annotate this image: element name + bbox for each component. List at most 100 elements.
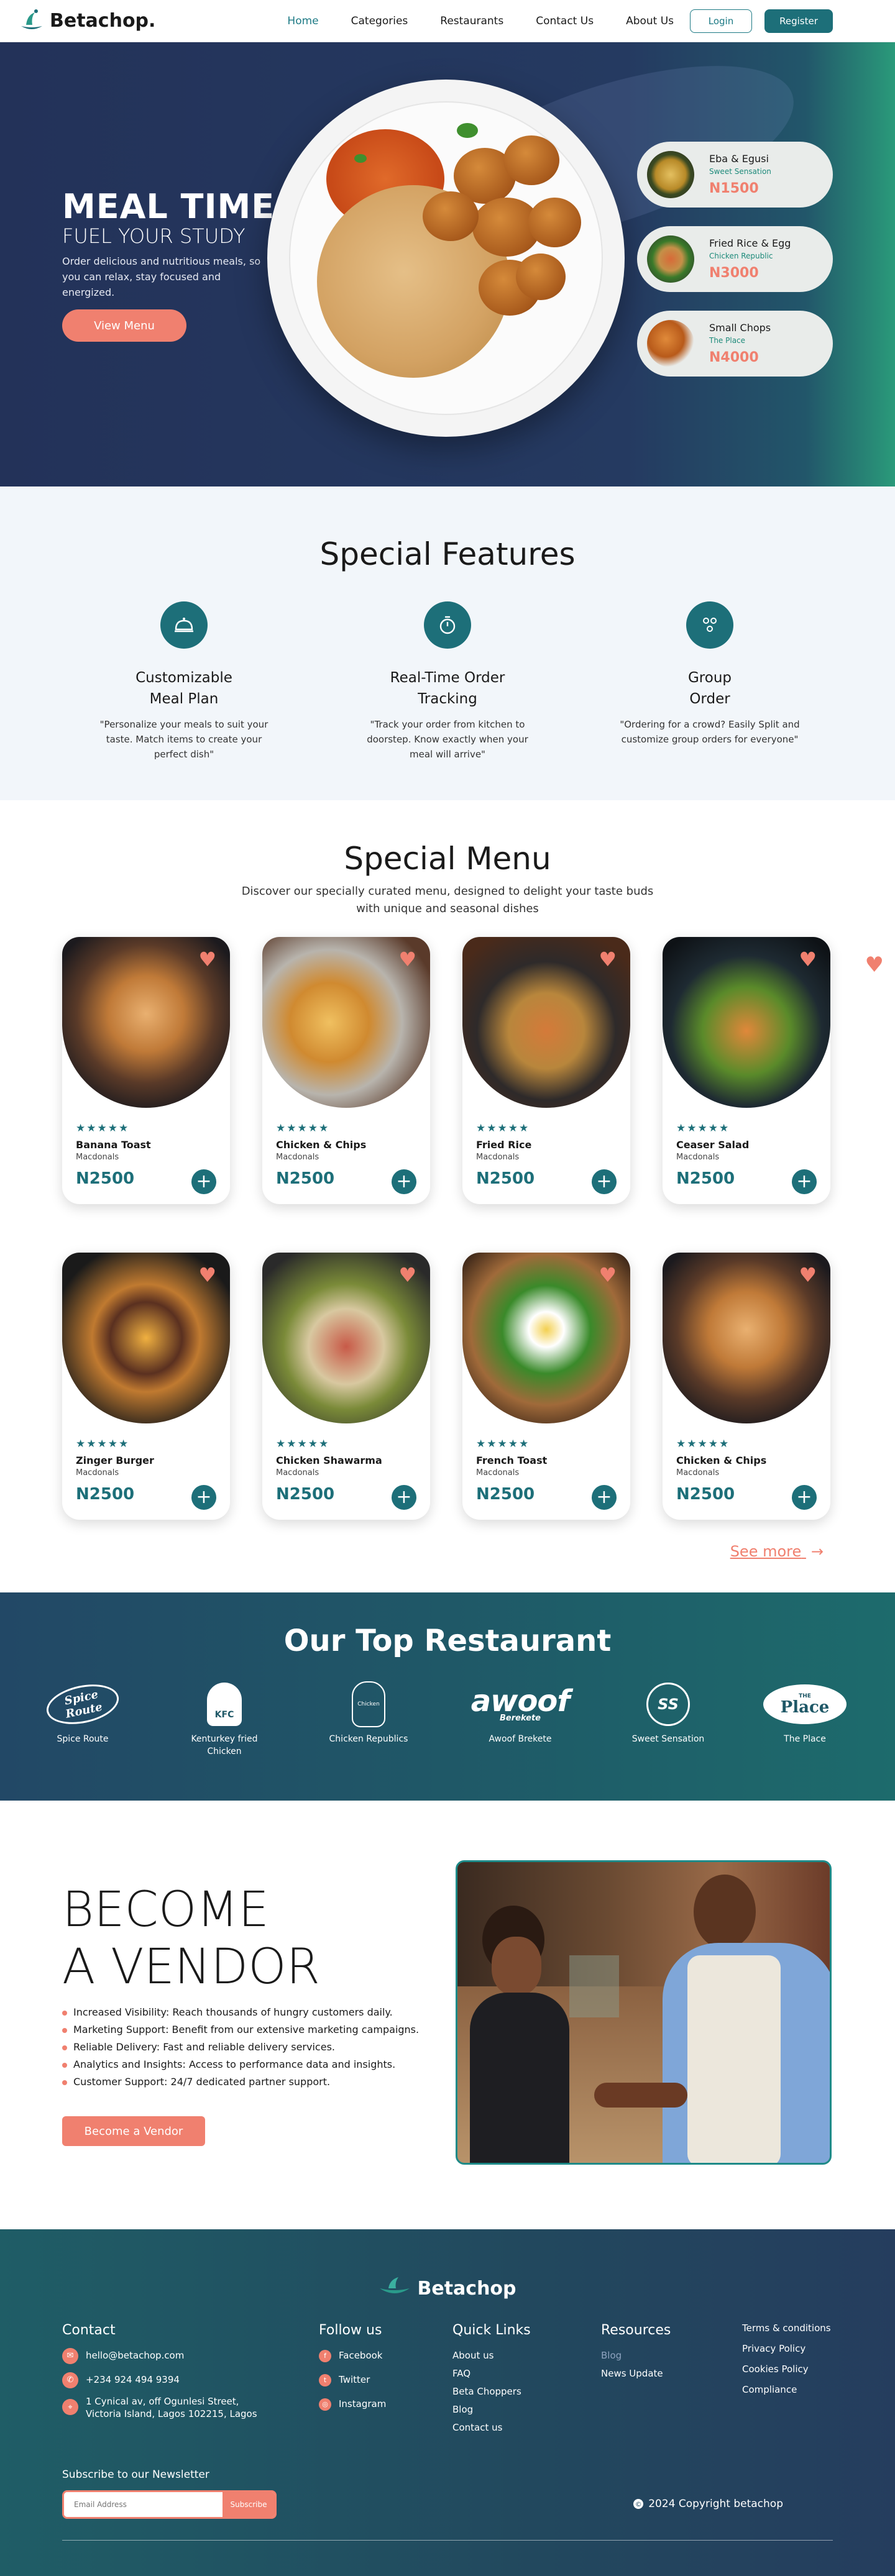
dish-price: N1500 xyxy=(709,181,759,196)
menu-item-card[interactable]: ♥ ★★★★★ Zinger Burger Macdonals N2500 + xyxy=(62,1253,230,1520)
hero-dish-card[interactable]: Small Chops The Place N4000 xyxy=(637,311,833,377)
heart-icon[interactable]: ♥ xyxy=(799,949,817,969)
email-text: hello@betachop.com xyxy=(86,2350,185,2361)
add-to-cart-button[interactable]: + xyxy=(191,1485,216,1510)
footer-resources: Resources Blog News Update xyxy=(601,2323,671,2383)
view-menu-button[interactable]: View Menu xyxy=(62,309,186,342)
features-title: Special Features xyxy=(319,536,576,572)
heart-icon[interactable]: ♥ xyxy=(599,949,617,969)
nav-home[interactable]: Home xyxy=(287,15,318,27)
restaurant-logo-the-place[interactable]: THE Place The Place xyxy=(758,1679,851,1745)
bullet-icon xyxy=(62,2027,67,2033)
heart-icon[interactable]: ♥ xyxy=(198,949,216,969)
restaurants-title: Our Top Restaurant xyxy=(283,1624,612,1658)
feature-title-line: Tracking xyxy=(418,691,477,707)
newsletter-email-input[interactable] xyxy=(64,2492,223,2517)
top-restaurants-section: Our Top Restaurant Spice Route Spice Rou… xyxy=(0,1592,895,1801)
dish-thumbnail xyxy=(647,235,694,283)
footer-link-about[interactable]: About us xyxy=(452,2347,531,2365)
login-button[interactable]: Login xyxy=(690,9,752,33)
chef-hat-icon xyxy=(379,2276,411,2301)
social-label: Instagram xyxy=(339,2398,387,2409)
footer-heading: Resources xyxy=(601,2323,671,2338)
mail-icon: ✉ xyxy=(62,2347,78,2364)
add-to-cart-button[interactable]: + xyxy=(191,1169,216,1194)
social-label: Twitter xyxy=(339,2374,370,2385)
footer-phone[interactable]: ✆ +234 924 494 9394 xyxy=(62,2371,257,2389)
footer-link-cookies[interactable]: Cookies Policy xyxy=(742,2359,831,2380)
footer-link-faq[interactable]: FAQ xyxy=(452,2365,531,2383)
menu-item-card[interactable]: ♥ ★★★★★ Ceaser Salad Macdonals N2500 + xyxy=(663,937,830,1204)
nav-categories[interactable]: Categories xyxy=(351,15,408,27)
heart-icon[interactable]: ♥ xyxy=(865,952,884,977)
restaurant-logo-sweet-sensation[interactable]: SS Sweet Sensation xyxy=(622,1679,715,1745)
restaurant-logo-spice-route[interactable]: Spice Route Spice Route xyxy=(36,1678,129,1745)
menu-item-card[interactable]: ♥ ★★★★★ Chicken Shawarma Macdonals N2500 + xyxy=(262,1253,430,1520)
instagram-link[interactable]: ◎ Instagram xyxy=(319,2395,386,2413)
restaurant-name: Awoof Brekete xyxy=(489,1734,552,1744)
rating-stars-icon: ★★★★★ xyxy=(476,1122,530,1135)
dish-shop: Macdonals xyxy=(676,1153,720,1162)
footer-link-compliance[interactable]: Compliance xyxy=(742,2380,831,2400)
footer-link-terms[interactable]: Terms & conditions xyxy=(742,2318,831,2339)
brand-logo[interactable]: Betachop. xyxy=(19,7,155,35)
footer-link-beta-choppers[interactable]: Beta Choppers xyxy=(452,2383,531,2401)
bullet-icon xyxy=(62,2080,67,2085)
feature-title-line: Meal Plan xyxy=(149,691,219,707)
footer-email[interactable]: ✉ hello@betachop.com xyxy=(62,2347,257,2365)
heart-icon[interactable]: ♥ xyxy=(398,1265,416,1285)
hero-dish-card[interactable]: Fried Rice & Egg Chicken Republic N3000 xyxy=(637,226,833,292)
footer-legal: Terms & conditions Privacy Policy Cookie… xyxy=(742,2318,831,2400)
bullet-icon xyxy=(62,2045,67,2050)
add-to-cart-button[interactable]: + xyxy=(392,1485,416,1510)
copyright-text: 2024 Copyright betachop xyxy=(648,2498,783,2510)
heart-icon[interactable]: ♥ xyxy=(398,949,416,969)
nav-about-us[interactable]: About Us xyxy=(626,15,674,27)
phone-text: +234 924 494 9394 xyxy=(86,2374,180,2385)
menu-item-card[interactable]: ♥ ★★★★★ Fried Rice Macdonals N2500 + xyxy=(462,937,630,1204)
rating-stars-icon: ★★★★★ xyxy=(676,1122,730,1135)
rating-stars-icon: ★★★★★ xyxy=(476,1438,530,1450)
vendor-title: BECOME A VENDOR xyxy=(62,1881,320,1996)
facebook-link[interactable]: f Facebook xyxy=(319,2347,386,2365)
footer-link-blog[interactable]: Blog xyxy=(452,2401,531,2419)
features-section: Special Features Customizable Meal Plan "… xyxy=(0,486,895,800)
hero-dish-card[interactable]: Eba & Egusi Sweet Sensation N1500 xyxy=(637,142,833,208)
footer-link-privacy[interactable]: Privacy Policy xyxy=(742,2339,831,2359)
heart-icon[interactable]: ♥ xyxy=(198,1265,216,1285)
restaurant-logo-kfc[interactable]: KFC Kenturkey fried Chicken xyxy=(178,1679,271,1758)
footer-link-contact[interactable]: Contact us xyxy=(452,2419,531,2437)
become-vendor-button[interactable]: Become a Vendor xyxy=(62,2116,205,2146)
subscribe-button[interactable]: Subscribe xyxy=(223,2492,275,2517)
menu-item-card[interactable]: ♥ ★★★★★ Banana Toast Macdonals N2500 + xyxy=(62,937,230,1204)
heart-icon[interactable]: ♥ xyxy=(599,1265,617,1285)
register-button[interactable]: Register xyxy=(764,9,833,33)
restaurant-logo-awoof[interactable]: awoof Berekete Awoof Brekete xyxy=(461,1679,579,1745)
twitter-link[interactable]: t Twitter xyxy=(319,2371,386,2389)
dish-name: Small Chops xyxy=(709,322,771,334)
footer-link-blog[interactable]: Blog xyxy=(601,2347,671,2365)
restaurant-name: Chicken Republics xyxy=(329,1734,408,1744)
nav-contact-us[interactable]: Contact Us xyxy=(536,15,594,27)
dish-name: Fried Rice & Egg xyxy=(709,237,791,249)
see-more-link[interactable]: See more → xyxy=(730,1543,824,1560)
dish-name: Banana Toast xyxy=(76,1139,151,1151)
heart-icon[interactable]: ♥ xyxy=(799,1265,817,1285)
restaurant-name: Spice Route xyxy=(57,1734,109,1744)
add-to-cart-button[interactable]: + xyxy=(792,1169,817,1194)
restaurant-logo-chicken-republic[interactable]: Chicken Chicken Republics xyxy=(322,1679,415,1745)
footer-follow: Follow us f Facebook t Twitter ◎ Instagram xyxy=(319,2323,386,2413)
add-to-cart-button[interactable]: + xyxy=(392,1169,416,1194)
footer-brand[interactable]: Betachop xyxy=(0,2276,895,2301)
nav-restaurants[interactable]: Restaurants xyxy=(440,15,503,27)
dish-price: N2500 xyxy=(76,1485,135,1504)
dish-shop: Macdonals xyxy=(476,1153,520,1162)
add-to-cart-button[interactable]: + xyxy=(592,1169,617,1194)
add-to-cart-button[interactable]: + xyxy=(792,1485,817,1510)
menu-item-card[interactable]: ♥ ★★★★★ French Toast Macdonals N2500 + xyxy=(462,1253,630,1520)
menu-item-card[interactable]: ♥ ★★★★★ Chicken & Chips Macdonals N2500 + xyxy=(663,1253,830,1520)
footer-link-news-update[interactable]: News Update xyxy=(601,2365,671,2383)
menu-item-card[interactable]: ♥ ★★★★★ Chicken & Chips Macdonals N2500 + xyxy=(262,937,430,1204)
add-to-cart-button[interactable]: + xyxy=(592,1485,617,1510)
newsletter-label: Subscribe to our Newsletter xyxy=(62,2469,209,2481)
